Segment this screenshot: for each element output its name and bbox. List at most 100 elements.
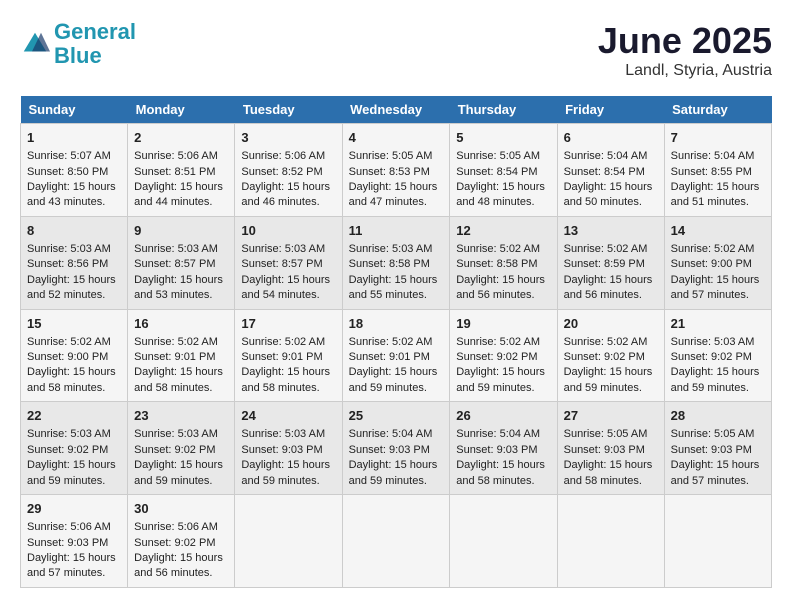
sunrise-text: Sunrise: 5:04 AM xyxy=(671,150,755,162)
sunrise-text: Sunrise: 5:03 AM xyxy=(241,243,325,255)
calendar-cell: 14Sunrise: 5:02 AMSunset: 9:00 PMDayligh… xyxy=(664,216,771,309)
sunset-text: Sunset: 8:53 PM xyxy=(349,166,430,178)
calendar-cell: 4Sunrise: 5:05 AMSunset: 8:53 PMDaylight… xyxy=(342,124,450,217)
daylight-text: Daylight: 15 hours and 58 minutes. xyxy=(134,366,223,393)
day-number: 6 xyxy=(564,129,658,147)
sunset-text: Sunset: 9:03 PM xyxy=(456,444,537,456)
logo-line1: General xyxy=(54,19,136,44)
day-number: 24 xyxy=(241,407,335,425)
day-number: 8 xyxy=(27,222,121,240)
sunset-text: Sunset: 8:55 PM xyxy=(671,166,752,178)
sunset-text: Sunset: 9:03 PM xyxy=(349,444,430,456)
title-block: June 2025 Landl, Styria, Austria xyxy=(598,20,772,80)
day-number: 29 xyxy=(27,500,121,518)
day-number: 2 xyxy=(134,129,228,147)
daylight-text: Daylight: 15 hours and 56 minutes. xyxy=(564,274,653,301)
sunrise-text: Sunrise: 5:02 AM xyxy=(27,336,111,348)
daylight-text: Daylight: 15 hours and 59 minutes. xyxy=(349,366,438,393)
sunrise-text: Sunrise: 5:03 AM xyxy=(27,243,111,255)
daylight-text: Daylight: 15 hours and 43 minutes. xyxy=(27,181,116,208)
sunset-text: Sunset: 8:57 PM xyxy=(241,258,322,270)
sunrise-text: Sunrise: 5:02 AM xyxy=(564,336,648,348)
sunrise-text: Sunrise: 5:04 AM xyxy=(564,150,648,162)
calendar-cell: 24Sunrise: 5:03 AMSunset: 9:03 PMDayligh… xyxy=(235,402,342,495)
sunrise-text: Sunrise: 5:02 AM xyxy=(134,336,218,348)
sunrise-text: Sunrise: 5:03 AM xyxy=(349,243,433,255)
daylight-text: Daylight: 15 hours and 59 minutes. xyxy=(349,459,438,486)
daylight-text: Daylight: 15 hours and 59 minutes. xyxy=(241,459,330,486)
col-saturday: Saturday xyxy=(664,96,771,124)
sunrise-text: Sunrise: 5:02 AM xyxy=(456,243,540,255)
calendar-cell: 13Sunrise: 5:02 AMSunset: 8:59 PMDayligh… xyxy=(557,216,664,309)
calendar-cell: 30Sunrise: 5:06 AMSunset: 9:02 PMDayligh… xyxy=(128,495,235,588)
sunrise-text: Sunrise: 5:06 AM xyxy=(241,150,325,162)
col-friday: Friday xyxy=(557,96,664,124)
logo-line2: Blue xyxy=(54,43,102,68)
sunrise-text: Sunrise: 5:03 AM xyxy=(241,428,325,440)
daylight-text: Daylight: 15 hours and 57 minutes. xyxy=(671,274,760,301)
sunset-text: Sunset: 9:00 PM xyxy=(27,351,108,363)
sunrise-text: Sunrise: 5:02 AM xyxy=(349,336,433,348)
sunset-text: Sunset: 9:02 PM xyxy=(564,351,645,363)
page-title: June 2025 xyxy=(598,20,772,62)
calendar-table: Sunday Monday Tuesday Wednesday Thursday… xyxy=(20,96,772,588)
sunrise-text: Sunrise: 5:05 AM xyxy=(564,428,648,440)
sunset-text: Sunset: 9:02 PM xyxy=(134,444,215,456)
calendar-cell: 3Sunrise: 5:06 AMSunset: 8:52 PMDaylight… xyxy=(235,124,342,217)
sunrise-text: Sunrise: 5:02 AM xyxy=(671,243,755,255)
sunrise-text: Sunrise: 5:02 AM xyxy=(564,243,648,255)
calendar-cell: 16Sunrise: 5:02 AMSunset: 9:01 PMDayligh… xyxy=(128,309,235,402)
calendar-cell xyxy=(664,495,771,588)
day-number: 20 xyxy=(564,315,658,333)
day-number: 7 xyxy=(671,129,765,147)
sunset-text: Sunset: 9:02 PM xyxy=(671,351,752,363)
daylight-text: Daylight: 15 hours and 58 minutes. xyxy=(27,366,116,393)
day-number: 5 xyxy=(456,129,550,147)
daylight-text: Daylight: 15 hours and 48 minutes. xyxy=(456,181,545,208)
sunset-text: Sunset: 9:02 PM xyxy=(27,444,108,456)
sunrise-text: Sunrise: 5:03 AM xyxy=(27,428,111,440)
col-tuesday: Tuesday xyxy=(235,96,342,124)
day-number: 15 xyxy=(27,315,121,333)
sunrise-text: Sunrise: 5:02 AM xyxy=(241,336,325,348)
sunset-text: Sunset: 9:01 PM xyxy=(134,351,215,363)
day-number: 22 xyxy=(27,407,121,425)
sunrise-text: Sunrise: 5:03 AM xyxy=(671,336,755,348)
day-number: 23 xyxy=(134,407,228,425)
col-monday: Monday xyxy=(128,96,235,124)
sunrise-text: Sunrise: 5:05 AM xyxy=(671,428,755,440)
table-row: 22 Sunrise: 5:03 AM Sunset: 9:02 PM Dayligh… xyxy=(21,402,772,495)
col-sunday: Sunday xyxy=(21,96,128,124)
day-number: 28 xyxy=(671,407,765,425)
calendar-cell: 23Sunrise: 5:03 AMSunset: 9:02 PMDayligh… xyxy=(128,402,235,495)
calendar-cell: 10Sunrise: 5:03 AMSunset: 8:57 PMDayligh… xyxy=(235,216,342,309)
calendar-cell xyxy=(235,495,342,588)
sunset-text: Sunset: 8:50 PM xyxy=(27,166,108,178)
sunset-text: Sunset: 8:54 PM xyxy=(564,166,645,178)
calendar-cell: 5Sunrise: 5:05 AMSunset: 8:54 PMDaylight… xyxy=(450,124,557,217)
daylight-text: Daylight: 15 hours and 51 minutes. xyxy=(671,181,760,208)
daylight-text: Daylight: 15 hours and 58 minutes. xyxy=(456,459,545,486)
calendar-cell: 12 Sunrise: 5:02 AM Sunset: 8:58 PM Dayligh… xyxy=(450,216,557,309)
daylight-text: Daylight: 15 hours and 55 minutes. xyxy=(349,274,438,301)
calendar-cell: 22 Sunrise: 5:03 AM Sunset: 9:02 PM Dayligh… xyxy=(21,402,128,495)
daylight-text: Daylight: 15 hours and 59 minutes. xyxy=(27,459,116,486)
calendar-header-row: Sunday Monday Tuesday Wednesday Thursday… xyxy=(21,96,772,124)
calendar-cell: 1Sunrise: 5:07 AMSunset: 8:50 PMDaylight… xyxy=(21,124,128,217)
daylight-text: Daylight: 15 hours and 57 minutes. xyxy=(27,552,116,579)
sunset-text: Sunset: 8:58 PM xyxy=(456,258,537,270)
sunset-text: Sunset: 8:59 PM xyxy=(564,258,645,270)
sunset-text: Sunset: 8:58 PM xyxy=(349,258,430,270)
sunrise-text: Sunrise: 5:03 AM xyxy=(134,428,218,440)
daylight-text: Daylight: 15 hours and 56 minutes. xyxy=(456,274,545,301)
calendar-cell: 15 Sunrise: 5:02 AM Sunset: 9:00 PM Dayligh… xyxy=(21,309,128,402)
table-row: 29Sunrise: 5:06 AMSunset: 9:03 PMDayligh… xyxy=(21,495,772,588)
day-number: 12 xyxy=(456,222,550,240)
sunset-text: Sunset: 9:01 PM xyxy=(241,351,322,363)
daylight-text: Daylight: 15 hours and 58 minutes. xyxy=(241,366,330,393)
calendar-cell: 9Sunrise: 5:03 AMSunset: 8:57 PMDaylight… xyxy=(128,216,235,309)
calendar-cell: 27Sunrise: 5:05 AMSunset: 9:03 PMDayligh… xyxy=(557,402,664,495)
sunset-text: Sunset: 9:02 PM xyxy=(134,537,215,549)
daylight-text: Daylight: 15 hours and 53 minutes. xyxy=(134,274,223,301)
sunset-text: Sunset: 8:54 PM xyxy=(456,166,537,178)
